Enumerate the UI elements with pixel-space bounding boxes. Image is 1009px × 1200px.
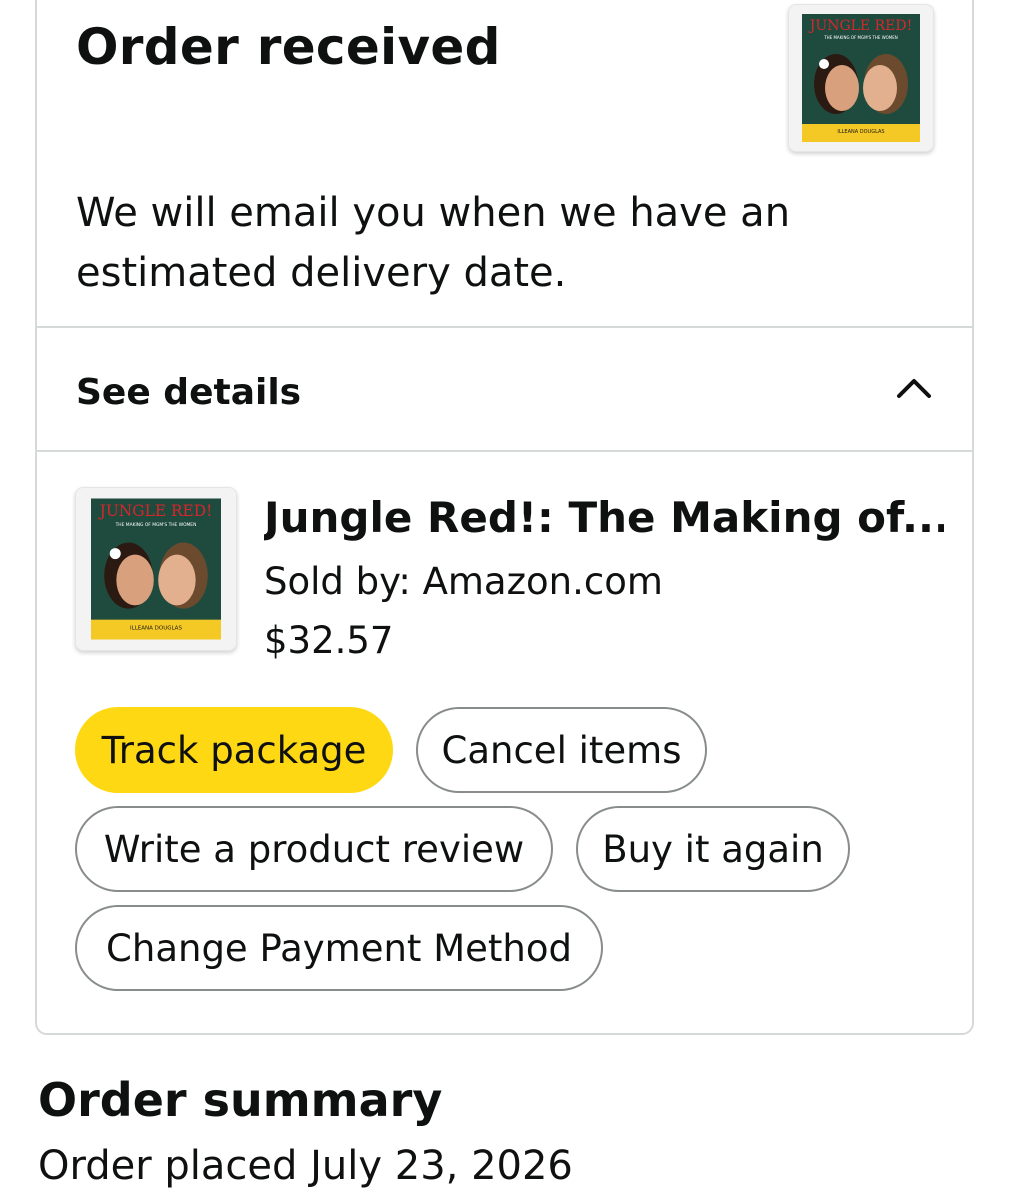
divider: [35, 450, 974, 452]
product-thumbnail-small[interactable]: JUNGLE RED! THE MAKING OF MGM'S THE WOME…: [788, 4, 934, 152]
book-cover-image: JUNGLE RED! THE MAKING OF MGM'S THE WOME…: [91, 498, 221, 640]
order-status-title: Order received: [76, 18, 501, 76]
order-placed-date: Order placed July 23, 2026: [38, 1143, 573, 1189]
book-cover-image: JUNGLE RED! THE MAKING OF MGM'S THE WOME…: [802, 14, 920, 142]
chevron-up-icon[interactable]: [894, 368, 934, 408]
product-thumbnail[interactable]: JUNGLE RED! THE MAKING OF MGM'S THE WOME…: [75, 487, 237, 651]
product-title-link[interactable]: Jungle Red!: The Making of...: [264, 493, 944, 542]
cancel-items-button[interactable]: Cancel items: [416, 707, 707, 793]
cover-subtitle-art: THE MAKING OF MGM'S THE WOMEN: [115, 522, 197, 528]
see-details-toggle[interactable]: See details: [37, 328, 972, 450]
cover-author-art: ILLEANA DOUGLAS: [130, 626, 182, 632]
product-seller: Sold by: Amazon.com: [264, 560, 663, 603]
change-payment-method-button[interactable]: Change Payment Method: [75, 905, 603, 991]
cover-title-art: JUNGLE RED!: [98, 502, 213, 520]
write-review-button[interactable]: Write a product review: [75, 806, 553, 892]
delivery-status-message: We will email you when we have an estima…: [76, 190, 791, 296]
cover-title-art: JUNGLE RED!: [808, 18, 912, 34]
product-price: $32.57: [264, 619, 394, 662]
buy-again-button[interactable]: Buy it again: [576, 806, 850, 892]
order-summary-heading: Order summary: [38, 1073, 443, 1127]
cover-subtitle-art: THE MAKING OF MGM'S THE WOMEN: [823, 35, 898, 40]
see-details-label: See details: [76, 372, 302, 413]
cover-author-art: ILLEANA DOUGLAS: [837, 129, 884, 135]
track-package-button[interactable]: Track package: [75, 707, 393, 793]
